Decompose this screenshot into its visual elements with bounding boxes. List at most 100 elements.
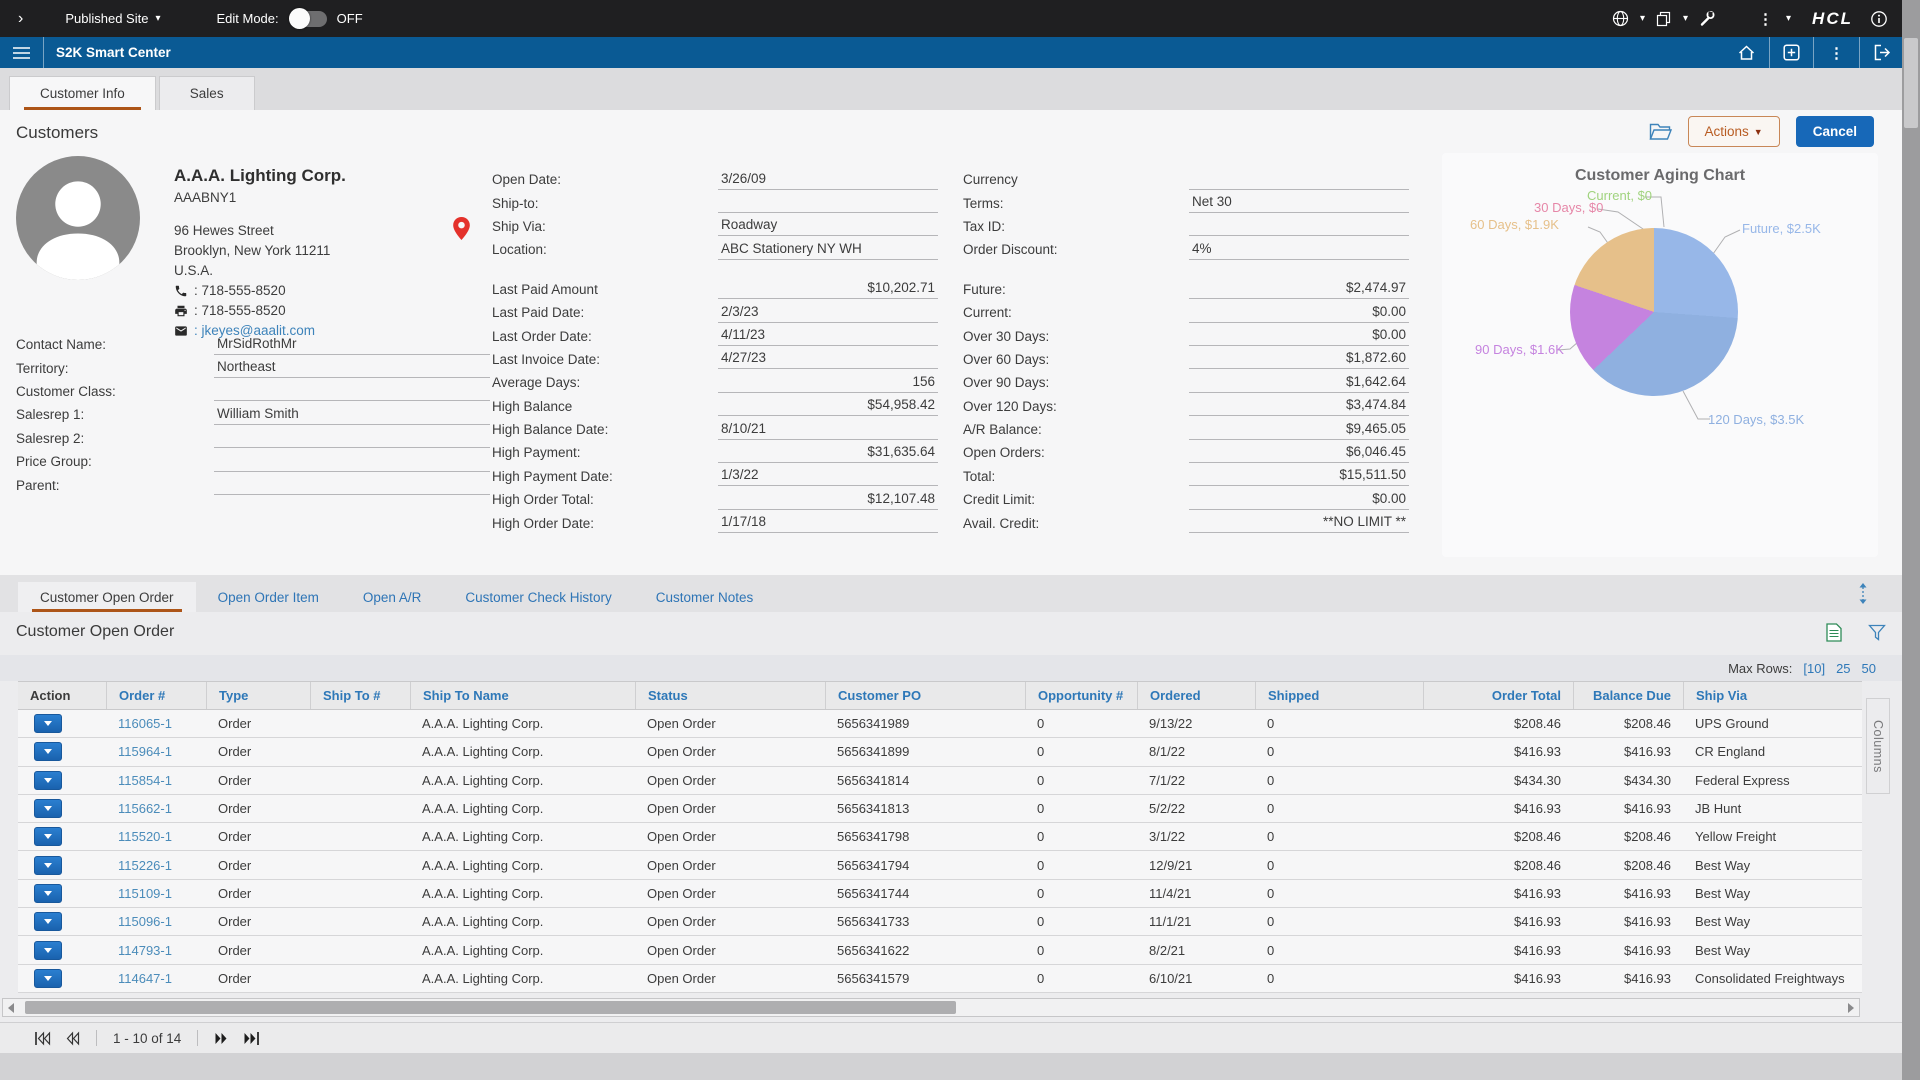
row-action-menu-button[interactable] xyxy=(34,884,62,903)
field-value[interactable]: Roadway xyxy=(718,216,938,236)
column-header-type[interactable]: Type xyxy=(206,682,310,709)
subtab-open-ar[interactable]: Open A/R xyxy=(341,582,444,612)
field-value[interactable]: $3,474.84 xyxy=(1189,396,1409,416)
column-header-opportunity-number[interactable]: Opportunity # xyxy=(1025,682,1137,709)
max-rows-option-10[interactable]: [10] xyxy=(1803,661,1825,676)
next-page-button[interactable] xyxy=(214,1031,229,1046)
filter-icon[interactable] xyxy=(1868,624,1886,641)
cancel-button[interactable]: Cancel xyxy=(1796,116,1874,147)
logout-icon[interactable] xyxy=(1873,44,1892,61)
column-header-shipped[interactable]: Shipped xyxy=(1255,682,1423,709)
published-site-menu[interactable]: Published Site ▾ xyxy=(65,11,160,26)
column-header-order-number[interactable]: Order # xyxy=(106,682,206,709)
order-number-link[interactable]: 115226-1 xyxy=(118,858,172,873)
scroll-left-arrow[interactable] xyxy=(3,1003,19,1013)
subtab-customer-open-order[interactable]: Customer Open Order xyxy=(18,582,196,612)
field-value[interactable]: $9,465.05 xyxy=(1189,420,1409,440)
field-value[interactable]: $31,635.64 xyxy=(718,443,938,463)
field-value[interactable]: 4% xyxy=(1189,240,1409,260)
order-number-link[interactable]: 115096-1 xyxy=(118,914,172,929)
field-value[interactable]: $1,642.64 xyxy=(1189,373,1409,393)
field-value[interactable]: 1/17/18 xyxy=(718,513,938,533)
column-header-ordered[interactable]: Ordered xyxy=(1137,682,1255,709)
max-rows-option-25[interactable]: 25 xyxy=(1836,661,1850,676)
field-value[interactable]: $12,107.48 xyxy=(718,490,938,510)
column-header-ship-via[interactable]: Ship Via xyxy=(1683,682,1862,709)
field-value[interactable]: $0.00 xyxy=(1189,303,1409,323)
chevron-down-icon[interactable]: ▾ xyxy=(1683,14,1688,24)
first-page-button[interactable] xyxy=(34,1031,51,1046)
info-icon[interactable] xyxy=(1870,10,1888,28)
tab-sales[interactable]: Sales xyxy=(159,76,255,110)
order-number-link[interactable]: 115662-1 xyxy=(118,801,172,816)
row-action-menu-button[interactable] xyxy=(34,799,62,818)
vertical-scroll-thumb[interactable] xyxy=(1904,38,1918,128)
field-value[interactable]: $10,202.71 xyxy=(718,279,938,299)
field-value[interactable]: $1,872.60 xyxy=(1189,349,1409,369)
map-pin-icon[interactable] xyxy=(452,216,471,241)
subtab-customer-notes[interactable]: Customer Notes xyxy=(634,582,776,612)
row-action-menu-button[interactable] xyxy=(34,771,62,790)
last-page-button[interactable] xyxy=(243,1031,260,1046)
wrench-icon[interactable] xyxy=(1699,10,1716,27)
column-header-ship-to-name[interactable]: Ship To Name xyxy=(410,682,635,709)
field-value[interactable] xyxy=(214,428,490,448)
order-number-link[interactable]: 114647-1 xyxy=(118,971,172,986)
field-value[interactable]: William Smith xyxy=(214,405,490,425)
actions-button[interactable]: Actions ▼ xyxy=(1688,116,1780,147)
chevron-down-icon[interactable]: ▾ xyxy=(1786,14,1791,24)
row-action-menu-button[interactable] xyxy=(34,827,62,846)
horizontal-scroll-thumb[interactable] xyxy=(25,1001,956,1014)
chevron-down-icon[interactable]: ▾ xyxy=(1640,14,1645,24)
page-vertical-scrollbar[interactable] xyxy=(1902,0,1920,1080)
field-value[interactable]: 4/11/23 xyxy=(718,326,938,346)
export-excel-icon[interactable] xyxy=(1826,623,1842,642)
field-value[interactable]: $15,511.50 xyxy=(1189,466,1409,486)
row-action-menu-button[interactable] xyxy=(34,912,62,931)
field-value[interactable] xyxy=(718,193,938,213)
field-value[interactable]: **NO LIMIT ** xyxy=(1189,513,1409,533)
subtab-open-order-item[interactable]: Open Order Item xyxy=(196,582,341,612)
field-value[interactable] xyxy=(214,475,490,495)
globe-icon[interactable] xyxy=(1612,10,1629,27)
field-value[interactable]: 3/26/09 xyxy=(718,170,938,190)
columns-side-tab[interactable]: Columns xyxy=(1866,698,1890,794)
previous-page-button[interactable] xyxy=(65,1031,80,1046)
edit-mode-toggle[interactable] xyxy=(289,11,327,27)
column-header-status[interactable]: Status xyxy=(635,682,825,709)
order-number-link[interactable]: 114793-1 xyxy=(118,943,172,958)
order-number-link[interactable]: 115520-1 xyxy=(118,829,172,844)
field-value[interactable] xyxy=(1189,216,1409,236)
field-value[interactable]: 1/3/22 xyxy=(718,466,938,486)
row-action-menu-button[interactable] xyxy=(34,714,62,733)
hamburger-menu-icon[interactable] xyxy=(12,46,31,60)
scroll-right-arrow[interactable] xyxy=(1843,1003,1859,1013)
row-action-menu-button[interactable] xyxy=(34,941,62,960)
resize-panel-icon[interactable] xyxy=(1856,583,1870,604)
order-number-link[interactable]: 116065-1 xyxy=(118,716,172,731)
max-rows-option-50[interactable]: 50 xyxy=(1862,661,1876,676)
field-value[interactable]: 2/3/23 xyxy=(718,303,938,323)
field-value[interactable]: Northeast xyxy=(214,358,490,378)
field-value[interactable]: 156 xyxy=(718,373,938,393)
order-number-link[interactable]: 115854-1 xyxy=(118,773,172,788)
field-value[interactable]: $6,046.45 xyxy=(1189,443,1409,463)
row-action-menu-button[interactable] xyxy=(34,742,62,761)
row-action-menu-button[interactable] xyxy=(34,856,62,875)
field-value[interactable] xyxy=(214,452,490,472)
add-window-icon[interactable] xyxy=(1783,44,1800,61)
tab-customer-info[interactable]: Customer Info xyxy=(9,76,156,110)
order-number-link[interactable]: 115109-1 xyxy=(118,886,172,901)
open-folder-icon[interactable] xyxy=(1649,123,1672,141)
pages-icon[interactable] xyxy=(1656,11,1672,27)
field-value[interactable]: $54,958.42 xyxy=(718,396,938,416)
field-value[interactable]: 4/27/23 xyxy=(718,349,938,369)
field-value[interactable] xyxy=(214,381,490,401)
field-value[interactable]: ABC Stationery NY WH xyxy=(718,240,938,260)
field-value[interactable]: $0.00 xyxy=(1189,490,1409,510)
field-value[interactable]: 8/10/21 xyxy=(718,420,938,440)
home-icon[interactable] xyxy=(1737,44,1756,61)
field-value[interactable]: $0.00 xyxy=(1189,326,1409,346)
subtab-customer-check-history[interactable]: Customer Check History xyxy=(443,582,633,612)
field-value[interactable]: Net 30 xyxy=(1189,193,1409,213)
